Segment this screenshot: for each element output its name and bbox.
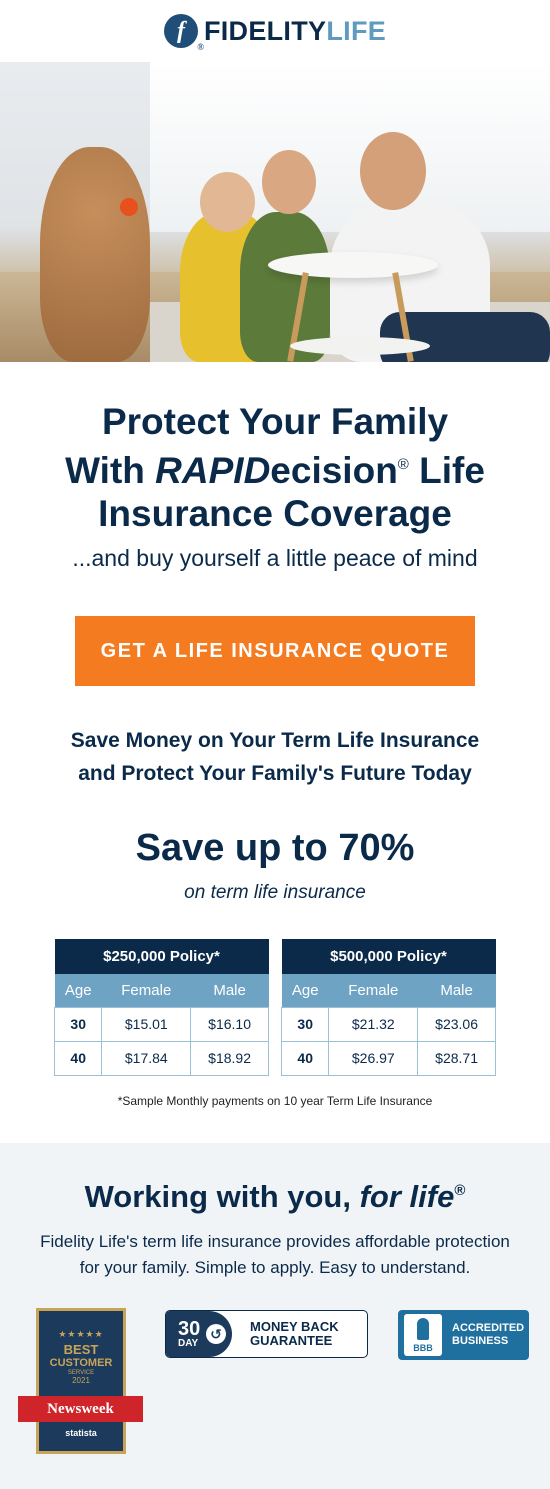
get-quote-button[interactable]: GET A LIFE INSURANCE QUOTE bbox=[75, 616, 475, 686]
refresh-icon: ↺ bbox=[206, 1324, 226, 1344]
newsweek-ribbon: Newsweek bbox=[18, 1396, 143, 1422]
newsweek-badge: ★★★★★ BEST CUSTOMER SERVICE 2021 Newswee… bbox=[18, 1308, 143, 1456]
hero-family-image bbox=[0, 62, 550, 362]
site-header: f ® FIDELITYLIFE bbox=[0, 0, 550, 62]
fidelity-life-logo[interactable]: f ® FIDELITYLIFE bbox=[163, 14, 387, 52]
statista-label: statista bbox=[65, 1428, 97, 1438]
logo-text: FIDELITYLIFE bbox=[203, 15, 387, 46]
working-description: Fidelity Life's term life insurance prov… bbox=[40, 1232, 510, 1277]
trust-badges: ★★★★★ BEST CUSTOMER SERVICE 2021 Newswee… bbox=[0, 1308, 550, 1458]
money-back-guarantee-badge: 30 DAY ↺ MONEY BACK GUARANTEE bbox=[165, 1310, 368, 1358]
table bbox=[268, 252, 438, 278]
rate-tables: $250,000 Policy* Age Female Male 30 $15.… bbox=[20, 939, 530, 1076]
table-row: 40 $17.84 $18.92 bbox=[53, 1040, 269, 1076]
column-header: Male bbox=[417, 974, 496, 1007]
column-header: Female bbox=[328, 974, 418, 1007]
save-money-subheading: Save Money on Your Term Life Insurance an… bbox=[70, 729, 480, 785]
logo-mark-icon: f ® bbox=[163, 14, 204, 52]
policy-table-250k: $250,000 Policy* Age Female Male 30 $15.… bbox=[53, 939, 269, 1076]
dog-figure bbox=[40, 147, 150, 362]
footnote: *Sample Monthly payments on 10 year Term… bbox=[117, 1093, 433, 1108]
save-percent-heading: Save up to 70% bbox=[135, 827, 415, 869]
policy-title: $250,000 Policy* bbox=[54, 939, 269, 974]
table-row: 30 $21.32 $23.06 bbox=[280, 1006, 496, 1042]
table-row: 40 $26.97 $28.71 bbox=[280, 1040, 496, 1076]
stars-icon: ★★★★★ bbox=[58, 1329, 104, 1339]
bbb-torch-icon: BBB bbox=[404, 1314, 442, 1356]
trust-section: Working with you, for life® Fidelity Lif… bbox=[0, 1143, 550, 1489]
table-row: 30 $15.01 $16.10 bbox=[53, 1006, 269, 1042]
column-header: Female bbox=[101, 974, 191, 1007]
policy-title: $500,000 Policy* bbox=[281, 939, 496, 974]
main-content: Protect Your Family With RAPIDecision® L… bbox=[0, 362, 550, 1108]
bbb-accredited-badge[interactable]: BBB ACCREDITED BUSINESS bbox=[398, 1310, 529, 1360]
column-header: Age bbox=[54, 974, 102, 1007]
page-title: Protect Your Family With RAPIDecision® L… bbox=[65, 401, 485, 534]
policy-table-500k: $500,000 Policy* Age Female Male 30 $21.… bbox=[280, 939, 496, 1076]
column-header: Age bbox=[281, 974, 329, 1007]
tagline: ...and buy yourself a little peace of mi… bbox=[72, 545, 478, 571]
column-header: Male bbox=[190, 974, 269, 1007]
ball-icon bbox=[120, 198, 138, 216]
working-heading: Working with you, for life® bbox=[84, 1179, 466, 1214]
save-note: on term life insurance bbox=[184, 882, 366, 903]
